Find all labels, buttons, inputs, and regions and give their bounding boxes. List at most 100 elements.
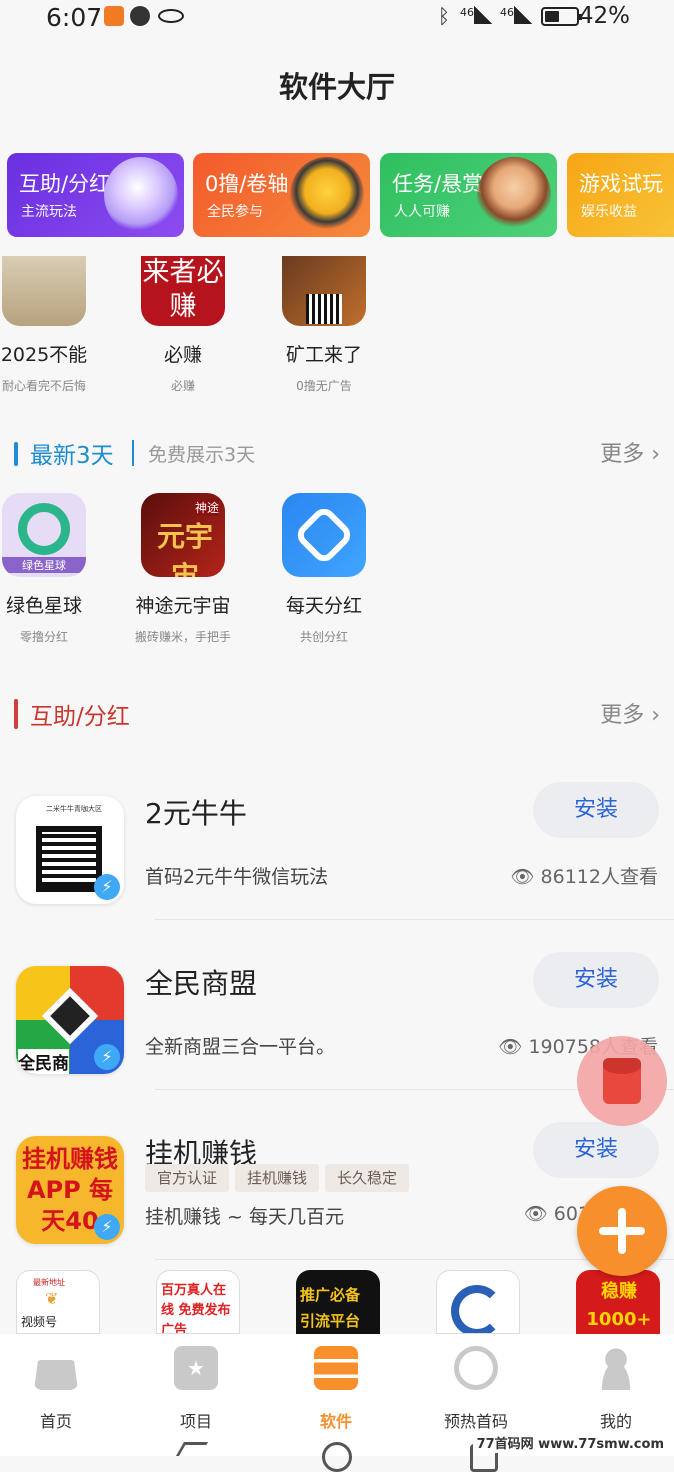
more-link-mutual[interactable]: 更多 › xyxy=(600,697,660,729)
category-card-task[interactable]: 任务/悬赏 人人可赚 xyxy=(380,153,557,237)
battery-icon xyxy=(541,7,582,26)
tab-home[interactable]: 首页 xyxy=(0,1346,116,1432)
chicken-icon xyxy=(290,157,364,233)
red-envelope-button[interactable] xyxy=(577,1036,667,1126)
icon-caption: 百万真人在线 免费发布广告 xyxy=(161,1283,231,1334)
install-button[interactable]: 安装 xyxy=(533,782,659,838)
category-title: 0撸/卷轴 xyxy=(205,172,289,196)
jellyfish-icon xyxy=(104,157,178,233)
section-title: 互助/分红 xyxy=(30,704,130,730)
app-desc: 必赚 xyxy=(170,379,195,393)
lightning-badge-icon: ⚡ xyxy=(94,1044,120,1070)
category-subtitle: 主流玩法 xyxy=(21,204,77,220)
strip-app-2[interactable]: 百万真人在线 免费发布广告 xyxy=(156,1270,240,1334)
category-card-zero[interactable]: 0撸/卷轴 全民参与 xyxy=(193,153,370,237)
list-item-shangmeng[interactable]: 全民商 ⚡ 全民商盟 安装 全新商盟三合一平台。 👁 190758人查看 xyxy=(0,952,674,1122)
strip-app-1[interactable]: 最新地址 ❦ 视频号 xyxy=(16,1270,100,1334)
home-icon xyxy=(34,1360,78,1390)
ball-icon xyxy=(130,6,150,26)
tab-projects[interactable]: ★ 项目 xyxy=(136,1346,256,1432)
app-icon-daily-dividend xyxy=(282,493,366,577)
cat-photo-icon xyxy=(2,256,86,326)
tag-list: 官方认证 挂机赚钱 长久稳定 xyxy=(145,1164,415,1192)
tab-software[interactable]: 软件 xyxy=(276,1346,396,1432)
app-icon-shangmeng: 全民商 ⚡ xyxy=(16,966,124,1074)
app-desc: 挂机赚钱 ~ 每天几百元 xyxy=(145,1206,344,1228)
app-desc: 0撸无广告 xyxy=(296,379,352,393)
tab-preheat[interactable]: 预热首码 xyxy=(416,1346,536,1432)
app-desc: 搬砖赚米，手把手 xyxy=(134,630,231,644)
home-nav-icon[interactable] xyxy=(322,1442,352,1472)
section-newest-header: 最新3天 免费展示3天 更多 › xyxy=(14,436,664,470)
status-bar: 6:07 ᛒ 46⁺ 46 42% xyxy=(0,0,674,34)
app-icon-guaji: 挂机赚钱 APP 每天40 ⚡ xyxy=(16,1136,124,1244)
icon-small-text: 神途 xyxy=(194,499,219,516)
drawer-icon xyxy=(314,1346,358,1390)
tab-mine[interactable]: 我的 xyxy=(556,1346,674,1432)
stopwatch-icon xyxy=(454,1346,498,1390)
section-subtitle: 免费展示3天 xyxy=(148,444,256,466)
app-item-bizhuan[interactable]: 来者必赚 必赚 必赚 xyxy=(113,256,253,394)
category-card-game[interactable]: 游戏试玩 娱乐收益 xyxy=(567,153,674,237)
envelope-flap xyxy=(603,1058,641,1074)
list-item-guaji[interactable]: 挂机赚钱 APP 每天40 ⚡ 挂机赚钱 安装 官方认证 挂机赚钱 长久稳定 挂机赚… xyxy=(0,1122,674,1292)
strip-app-3[interactable]: 推广必备 引流平台 xyxy=(296,1270,380,1334)
install-button[interactable]: 安装 xyxy=(533,1122,659,1178)
category-subtitle: 娱乐收益 xyxy=(581,204,637,220)
eye-icon: 👁 xyxy=(510,866,541,888)
tab-label: 我的 xyxy=(599,1412,632,1431)
status-time: 6:07 xyxy=(46,3,103,32)
app-item-green-planet[interactable]: 绿色星球 绿色星球 零撸分红 xyxy=(0,493,114,645)
section-accent-bar xyxy=(14,442,18,466)
signal-bars-1 xyxy=(474,6,492,24)
app-item-shentu[interactable]: 元宇宙 神途 神途元宇宙 搬砖赚米，手把手 xyxy=(113,493,253,645)
app-icon-bizhuan: 来者必赚 xyxy=(141,256,225,326)
qr-code-icon xyxy=(306,294,342,324)
user-icon xyxy=(594,1346,638,1390)
eye-icon xyxy=(158,9,184,23)
view-count-text: 86112人查看 xyxy=(540,866,658,888)
section-title: 最新3天 xyxy=(30,443,114,469)
back-nav-icon[interactable] xyxy=(175,1442,209,1456)
icon-caption: 二米牛牛青咖大区 xyxy=(46,805,102,813)
app-item-2025[interactable]: 2025不能 耐心看完不后悔 xyxy=(0,256,114,394)
signal-bars-2 xyxy=(514,6,532,24)
view-count: 👁 86112人查看 xyxy=(510,862,658,889)
icon-text: 元宇宙 xyxy=(156,520,213,577)
app-icon-miner xyxy=(282,256,366,326)
list-item-niuniu[interactable]: 二米牛牛青咖大区 ⚡ 2元牛牛 安装 首码2元牛牛微信玩法 👁 86112人查看 xyxy=(0,782,674,952)
row-divider xyxy=(155,919,674,920)
rounded-square-logo-icon xyxy=(292,503,356,567)
app-name: 每天分红 xyxy=(285,595,362,617)
section-divider xyxy=(132,440,134,466)
app-name: 全民商盟 xyxy=(145,967,258,1000)
app-icon-niuniu: 二米牛牛青咖大区 ⚡ xyxy=(16,796,124,904)
more-link-newest[interactable]: 更多 › xyxy=(600,436,660,468)
video-app-icon xyxy=(104,6,124,26)
star-folder-icon: ★ xyxy=(174,1346,218,1390)
app-name: 2元牛牛 xyxy=(145,797,247,830)
page-title: 软件大厅 xyxy=(278,70,395,104)
app-name: 神途元宇宙 xyxy=(135,595,231,617)
cartoon-man-icon xyxy=(477,157,551,233)
signal-icon-2: 46 xyxy=(500,6,514,19)
app-desc: 首码2元牛牛微信玩法 xyxy=(145,866,329,888)
watermark: 77首码网 www.77smw.com xyxy=(472,1432,668,1453)
category-card-mutual[interactable]: 互助/分红 主流玩法 xyxy=(7,153,184,237)
app-item-daily-dividend[interactable]: 每天分红 共创分红 xyxy=(254,493,394,645)
app-icon-shentu: 元宇宙 神途 xyxy=(141,493,225,577)
strip-app-5[interactable]: 稳赚 1000+ xyxy=(576,1270,660,1334)
add-button[interactable] xyxy=(577,1186,667,1276)
app-item-miner[interactable]: 矿工来了 0撸无广告 xyxy=(254,256,394,394)
tag-official: 官方认证 xyxy=(145,1164,230,1192)
tab-label: 预热首码 xyxy=(443,1412,508,1431)
install-button[interactable]: 安装 xyxy=(533,952,659,1008)
icon-caption: 推广必备 引流平台 xyxy=(300,1286,361,1330)
icon-caption: 视频号 xyxy=(21,1315,58,1329)
app-desc: 全新商盟三合一平台。 xyxy=(145,1036,336,1058)
app-desc: 耐心看完不后悔 xyxy=(1,379,86,393)
tag-idle-earn: 挂机赚钱 xyxy=(235,1164,320,1192)
icon-caption: 全民商 xyxy=(18,1049,69,1074)
qr-code-icon xyxy=(36,826,102,892)
strip-app-4[interactable] xyxy=(436,1270,520,1334)
